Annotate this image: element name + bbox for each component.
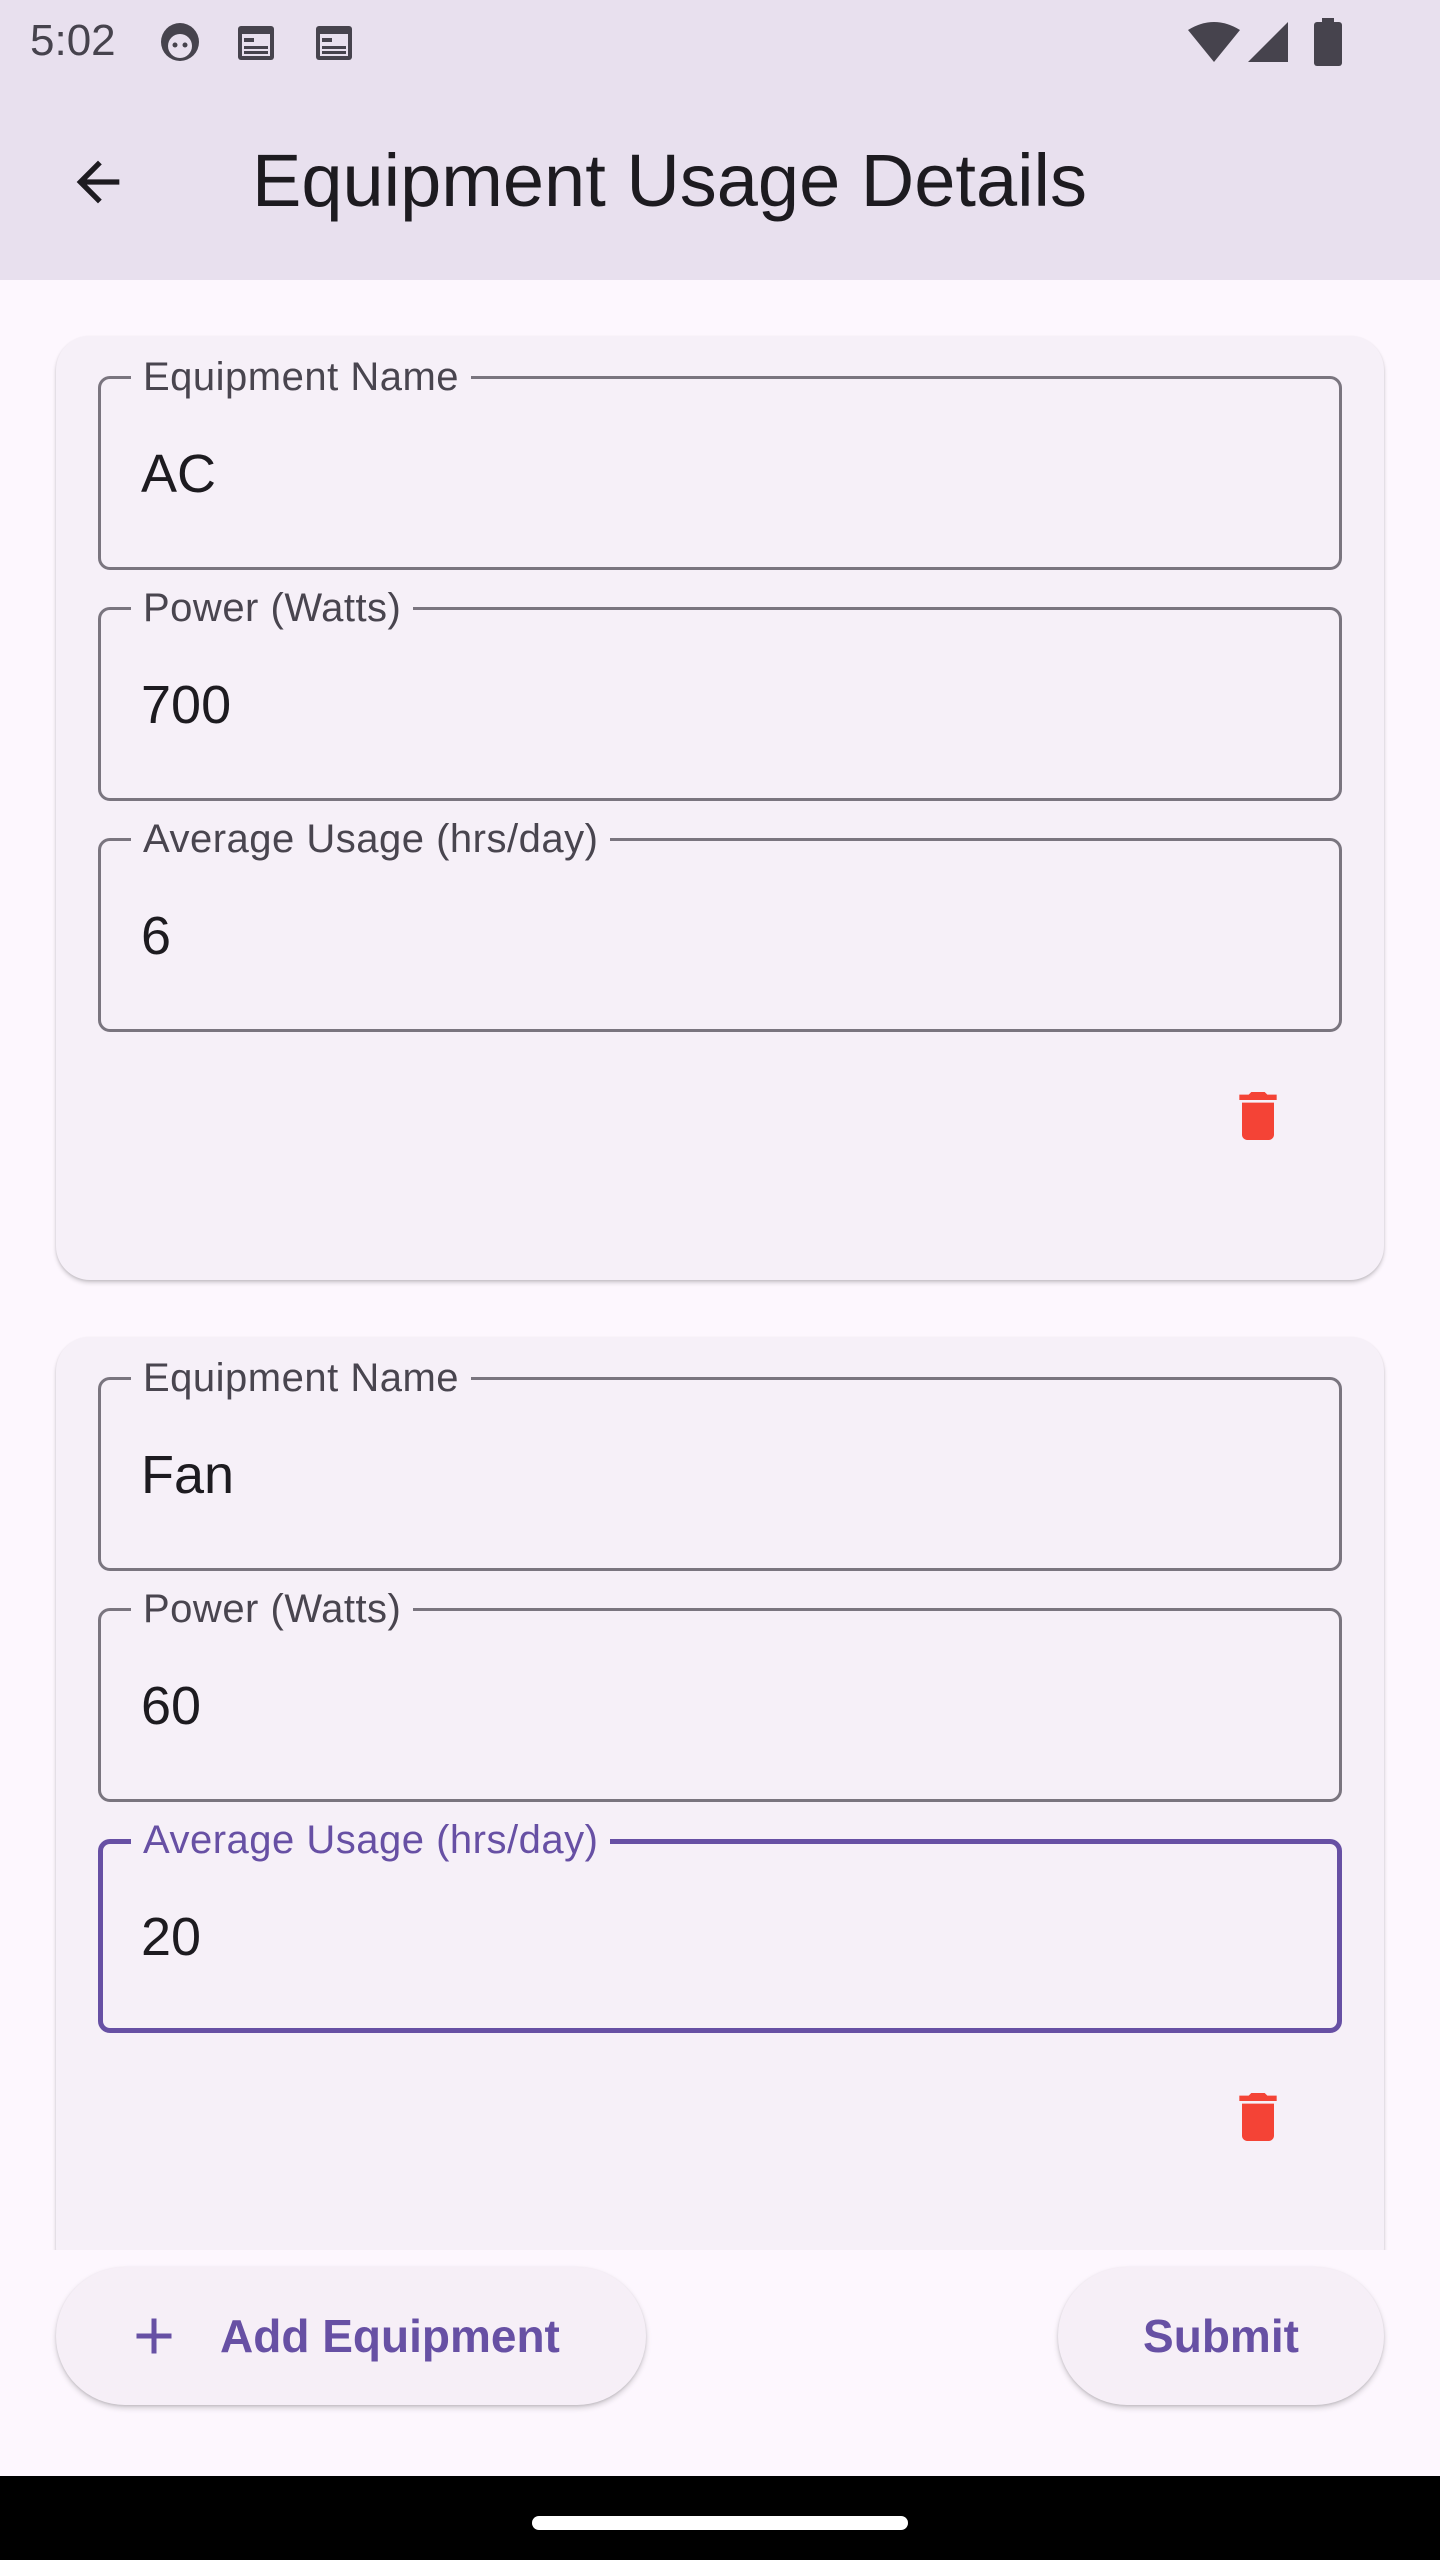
arrow-back-icon bbox=[76, 160, 120, 204]
field-value[interactable]: AC bbox=[141, 441, 216, 507]
field-label: Power (Watts) bbox=[131, 584, 414, 632]
field-label: Equipment Name bbox=[131, 353, 472, 401]
field-label: Equipment Name bbox=[131, 1354, 472, 1402]
field-value[interactable]: 6 bbox=[141, 903, 171, 969]
status-time: 5:02 bbox=[30, 16, 116, 65]
field-value[interactable]: 60 bbox=[141, 1673, 201, 1739]
page-title: Equipment Usage Details bbox=[252, 139, 1087, 222]
submit-label: Submit bbox=[1143, 2310, 1299, 2362]
equipment-name-field[interactable]: Equipment Name Fan bbox=[98, 1354, 1342, 1571]
field-value[interactable]: Fan bbox=[141, 1442, 234, 1508]
app-bar: Equipment Usage Details bbox=[0, 84, 1440, 280]
equipment-card: Equipment Name AC Power (Watts) 700 Aver… bbox=[56, 336, 1384, 1280]
battery-icon bbox=[1314, 18, 1342, 66]
calendar-icon bbox=[238, 26, 274, 60]
usage-field[interactable]: Average Usage (hrs/day) 20 bbox=[98, 1816, 1342, 2033]
field-label: Average Usage (hrs/day) bbox=[131, 1816, 611, 1864]
wifi-icon bbox=[1188, 22, 1240, 62]
equipment-card: Equipment Name Fan Power (Watts) 60 Aver… bbox=[56, 1337, 1384, 2250]
delete-button[interactable] bbox=[1210, 2069, 1306, 2165]
usage-field[interactable]: Average Usage (hrs/day) 6 bbox=[98, 815, 1342, 1032]
calendar-icon bbox=[316, 26, 352, 60]
field-value[interactable]: 700 bbox=[141, 672, 231, 738]
add-equipment-label: Add Equipment bbox=[220, 2310, 560, 2362]
submit-button[interactable]: Submit bbox=[1058, 2267, 1384, 2405]
signal-icon bbox=[1248, 22, 1288, 62]
power-field[interactable]: Power (Watts) 60 bbox=[98, 1585, 1342, 1802]
delete-button[interactable] bbox=[1210, 1068, 1306, 1164]
field-value[interactable]: 20 bbox=[141, 1904, 201, 1970]
trash-icon bbox=[1239, 2093, 1277, 2141]
field-label: Average Usage (hrs/day) bbox=[131, 815, 611, 863]
add-equipment-button[interactable]: Add Equipment bbox=[56, 2267, 646, 2405]
status-bar: 5:02 bbox=[0, 0, 1440, 84]
back-button[interactable] bbox=[50, 134, 146, 230]
navigation-bar bbox=[0, 2476, 1440, 2560]
field-label: Power (Watts) bbox=[131, 1585, 414, 1633]
equipment-name-field[interactable]: Equipment Name AC bbox=[98, 353, 1342, 570]
power-field[interactable]: Power (Watts) 700 bbox=[98, 584, 1342, 801]
trash-icon bbox=[1239, 1092, 1277, 1140]
android-debug-icon bbox=[161, 23, 199, 61]
plus-icon bbox=[136, 2318, 172, 2354]
equipment-list[interactable]: Equipment Name AC Power (Watts) 700 Aver… bbox=[0, 280, 1440, 2250]
home-handle[interactable] bbox=[532, 2516, 908, 2530]
